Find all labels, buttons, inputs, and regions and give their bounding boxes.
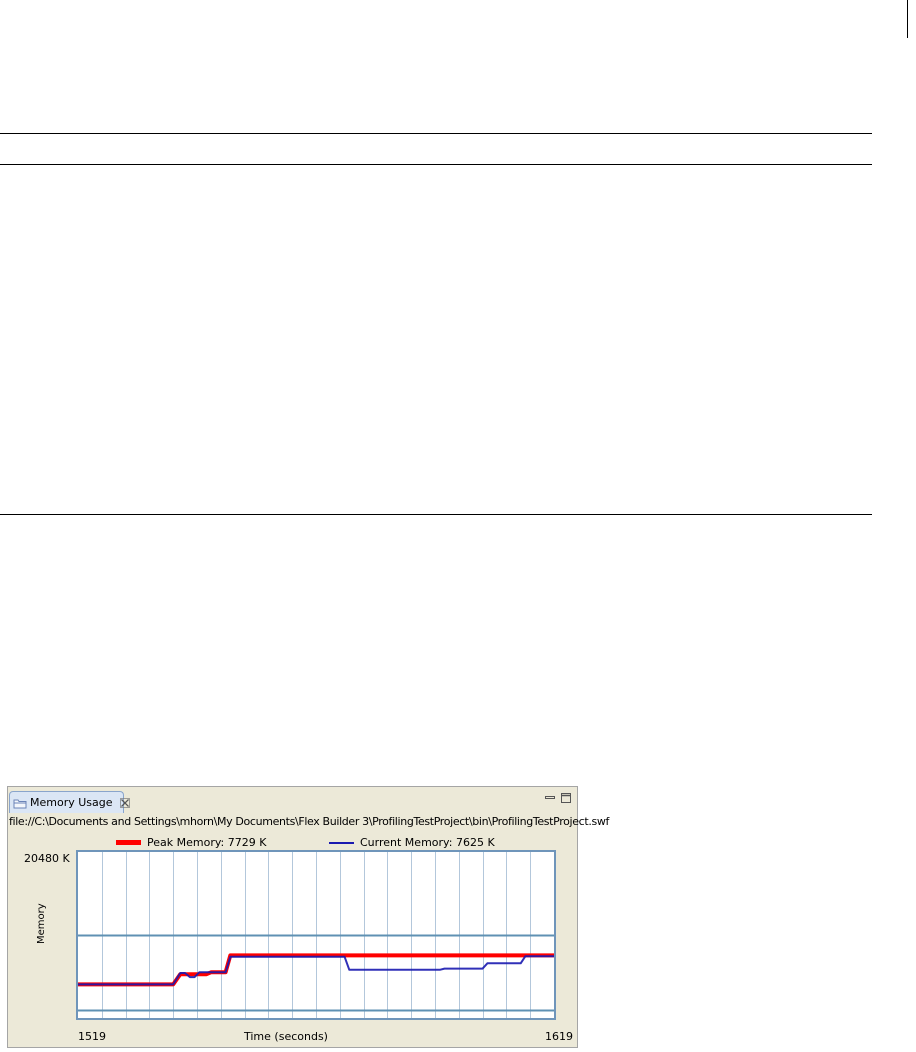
x-axis-min-label: 1519 (78, 1030, 106, 1043)
x-axis-max-label: 1619 (545, 1030, 573, 1043)
swf-file-path: file://C:\Documents and Settings\mhorn\M… (9, 815, 610, 828)
maximize-icon[interactable] (560, 792, 572, 804)
memory-chart-plot (76, 850, 556, 1020)
y-axis-max-label: 20480 K (24, 852, 70, 865)
divider-line (0, 514, 872, 515)
memory-usage-view: Memory Usage file://C:\Documents and Set… (7, 786, 609, 1048)
tab-memory-usage[interactable]: Memory Usage (9, 791, 130, 813)
page-edge-mark (907, 0, 908, 38)
view-tab-bar: Memory Usage (8, 787, 577, 814)
legend-current-memory: Current Memory: 7625 K (329, 836, 495, 849)
divider-line (0, 133, 872, 134)
memory-chart-svg (78, 852, 554, 1018)
legend-swatch-peak (116, 840, 141, 845)
folder-icon (13, 797, 27, 809)
tab-label: Memory Usage (30, 796, 113, 809)
legend-swatch-current (329, 841, 354, 844)
minimize-icon[interactable] (544, 792, 556, 804)
y-axis-title: Memory (36, 903, 47, 944)
divider-line (0, 164, 872, 165)
x-axis-title: Time (seconds) (244, 1030, 328, 1043)
legend-label-peak: Peak Memory: 7729 K (147, 836, 267, 849)
legend-peak-memory: Peak Memory: 7729 K (116, 836, 266, 849)
close-icon[interactable] (119, 797, 130, 808)
legend-label-current: Current Memory: 7625 K (360, 836, 495, 849)
